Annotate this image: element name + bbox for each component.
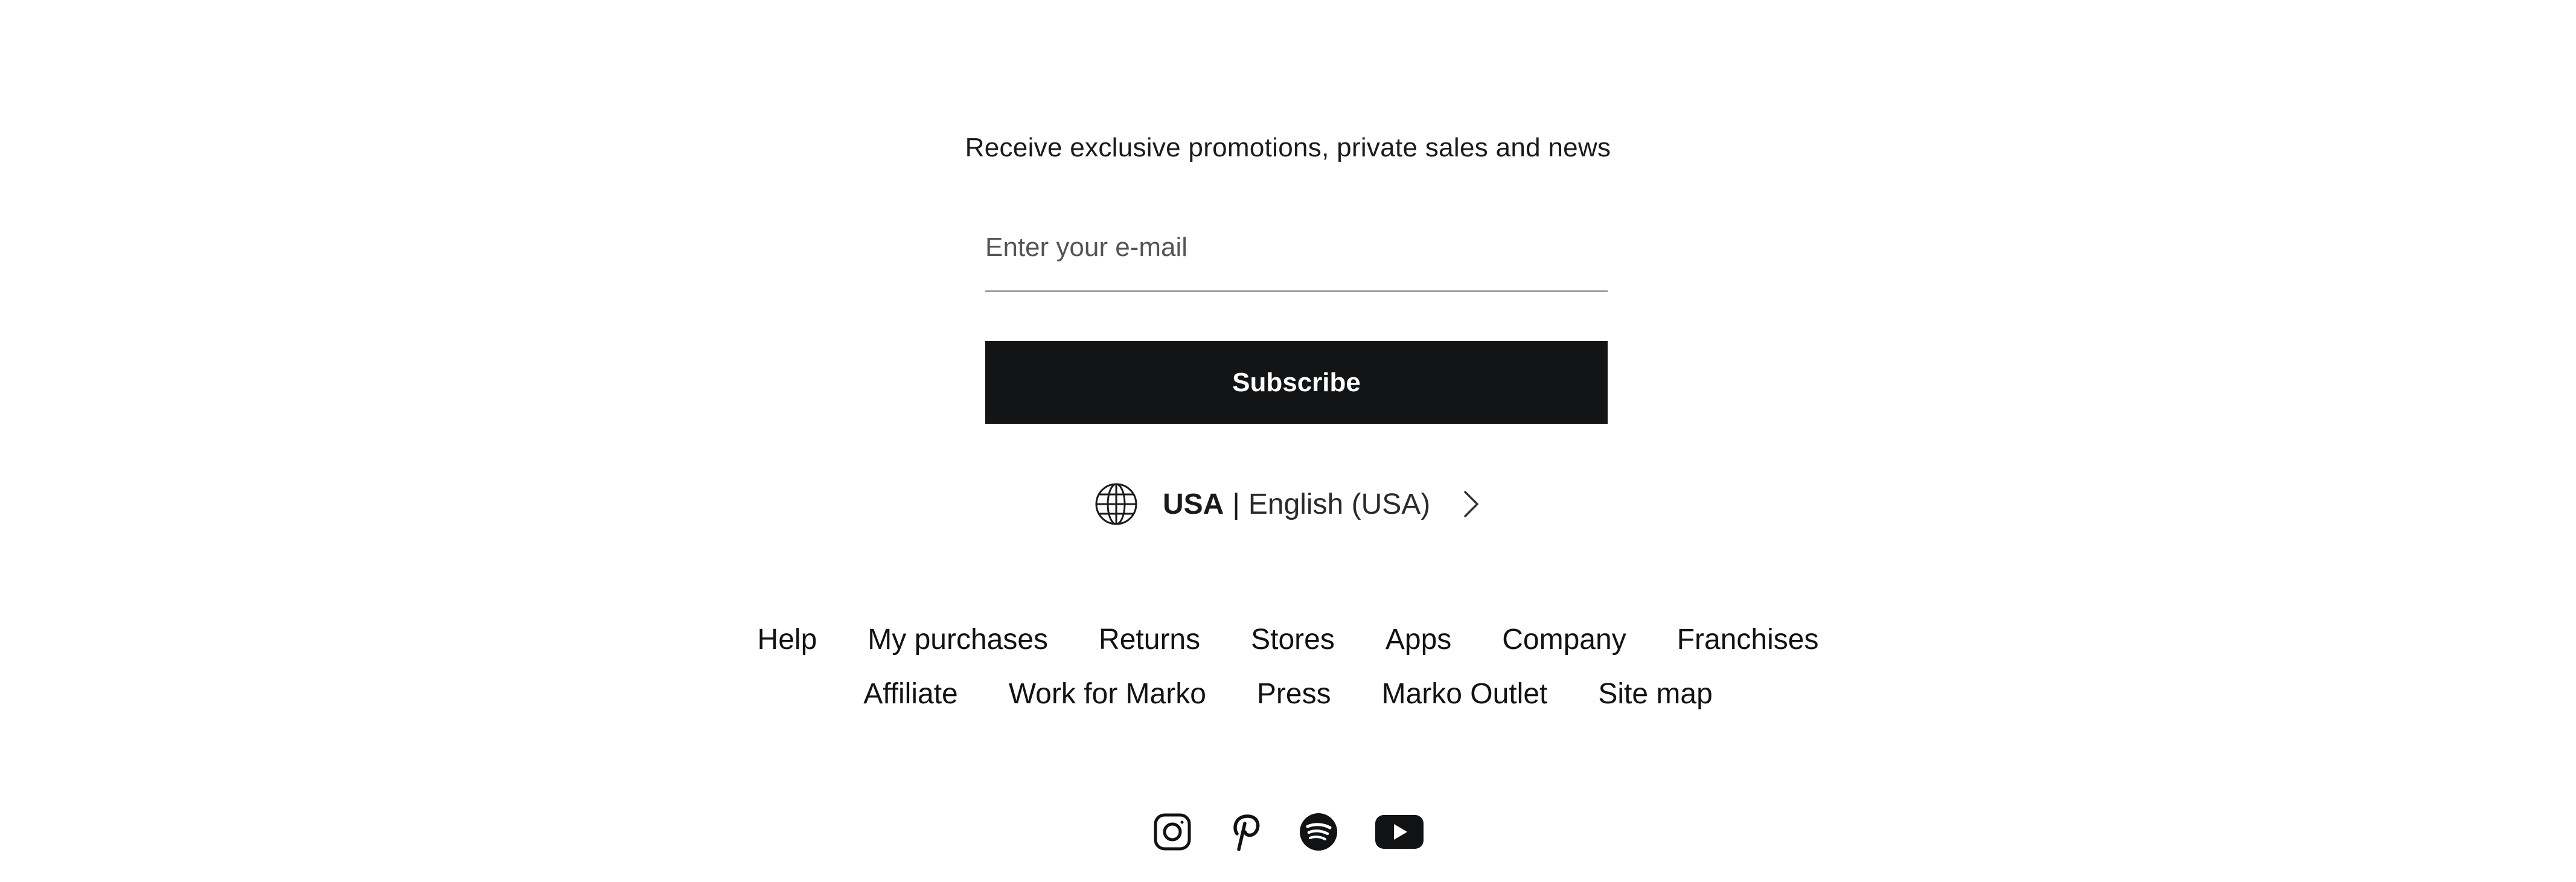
footer-link-stores[interactable]: Stores — [1251, 621, 1335, 659]
footer-link-franchises[interactable]: Franchises — [1677, 621, 1819, 659]
footer-link-work-for-marko[interactable]: Work for Marko — [1009, 675, 1206, 714]
locale-country: USA — [1163, 488, 1224, 520]
globe-icon — [1094, 482, 1139, 526]
footer-links-row-2: Affiliate Work for Marko Press Marko Out… — [0, 675, 2576, 714]
footer-link-press[interactable]: Press — [1257, 675, 1331, 714]
email-field-wrapper — [985, 220, 1608, 292]
youtube-icon[interactable] — [1375, 814, 1424, 850]
footer-link-apps[interactable]: Apps — [1385, 621, 1451, 659]
footer-link-company[interactable]: Company — [1502, 621, 1626, 659]
footer-links-row-1: Help My purchases Returns Stores Apps Co… — [0, 621, 2576, 659]
locale-separator: | — [1232, 488, 1240, 520]
newsletter-heading: Receive exclusive promotions, private sa… — [965, 133, 1611, 162]
social-links — [0, 812, 2576, 852]
chevron-right-icon — [1459, 488, 1483, 520]
instagram-icon[interactable] — [1152, 812, 1192, 852]
footer-link-help[interactable]: Help — [758, 621, 817, 659]
footer-link-marko-outlet[interactable]: Marko Outlet — [1382, 675, 1548, 714]
footer-link-returns[interactable]: Returns — [1099, 621, 1200, 659]
email-input[interactable] — [985, 220, 1608, 275]
footer-link-my-purchases[interactable]: My purchases — [868, 621, 1048, 659]
footer-link-affiliate[interactable]: Affiliate — [863, 675, 958, 714]
locale-language: English (USA) — [1248, 488, 1431, 520]
site-footer: Receive exclusive promotions, private sa… — [0, 0, 2576, 882]
subscribe-button[interactable]: Subscribe — [985, 341, 1608, 424]
pinterest-icon[interactable] — [1229, 812, 1262, 852]
locale-selector[interactable]: USA | English (USA) — [1094, 480, 1483, 528]
spotify-icon[interactable] — [1299, 812, 1338, 852]
footer-link-site-map[interactable]: Site map — [1598, 675, 1712, 714]
